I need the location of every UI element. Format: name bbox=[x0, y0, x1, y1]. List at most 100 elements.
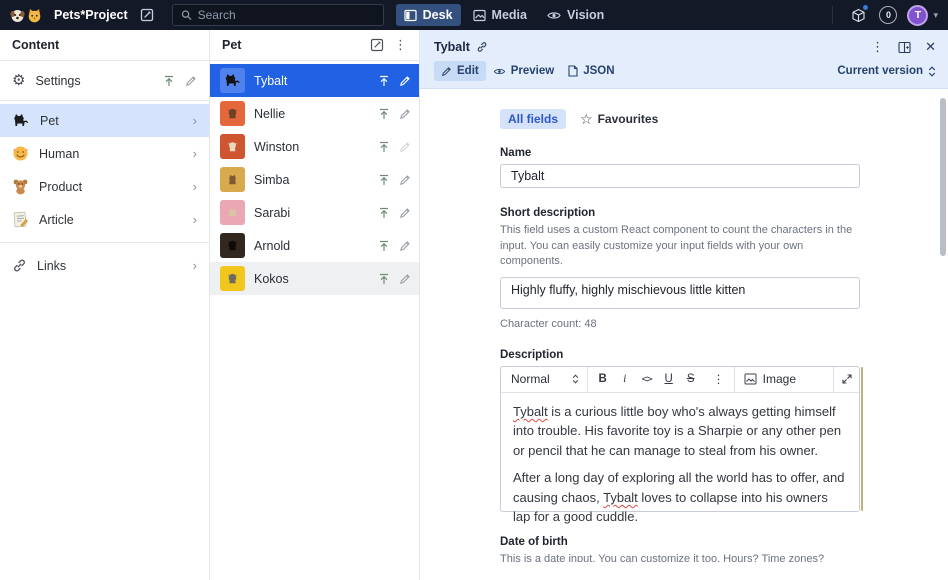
rte-toolbar: Normal B i <> U S ⋮ bbox=[501, 367, 859, 393]
pet-name: Arnold bbox=[254, 239, 369, 253]
pet-thumbnail bbox=[220, 167, 245, 192]
updates-package-icon[interactable] bbox=[847, 4, 869, 26]
expand-editor-icon[interactable] bbox=[833, 367, 859, 392]
pet-name: Kokos bbox=[254, 272, 369, 286]
edit-pencil-icon[interactable] bbox=[399, 75, 411, 87]
user-menu[interactable]: T ▾ bbox=[907, 4, 938, 26]
smiling-face-icon bbox=[12, 145, 29, 162]
sort-chevrons-icon bbox=[928, 66, 936, 77]
publish-icon[interactable] bbox=[378, 174, 390, 186]
sidebar-item-product[interactable]: Product › bbox=[0, 170, 209, 203]
document-menu-icon[interactable]: ⋮ bbox=[871, 39, 884, 55]
bold-button[interactable]: B bbox=[594, 370, 612, 388]
comments-count-badge[interactable]: 0 bbox=[877, 4, 899, 26]
field-short-description: Short description This field uses a cust… bbox=[500, 207, 860, 330]
code-button[interactable]: <> bbox=[638, 370, 656, 388]
chevron-right-icon: › bbox=[193, 146, 197, 161]
sort-chevrons-icon bbox=[572, 374, 579, 384]
pet-row-kokos[interactable]: Kokos bbox=[210, 262, 419, 295]
pet-name: Nellie bbox=[254, 107, 369, 121]
cat-emoji-icon bbox=[27, 8, 42, 23]
gear-icon: ⚙ bbox=[12, 73, 25, 88]
name-input[interactable] bbox=[500, 164, 860, 188]
tab-desk[interactable]: Desk bbox=[396, 4, 461, 26]
scrollbar-thumb[interactable] bbox=[940, 98, 946, 256]
divider bbox=[0, 242, 209, 243]
sidebar-item-links[interactable]: Links › bbox=[0, 249, 209, 282]
split-pane-icon[interactable] bbox=[898, 41, 911, 54]
strikethrough-button[interactable]: S bbox=[682, 370, 700, 388]
pet-row-tybalt[interactable]: Tybalt bbox=[210, 64, 419, 97]
edit-pencil-icon[interactable] bbox=[399, 108, 411, 120]
pet-row-nellie[interactable]: Nellie bbox=[210, 97, 419, 130]
link-icon[interactable] bbox=[476, 41, 488, 53]
overflow-menu-icon[interactable]: ⋮ bbox=[394, 37, 407, 53]
close-icon[interactable]: ✕ bbox=[925, 39, 936, 55]
publish-icon[interactable] bbox=[378, 75, 390, 87]
group-tab-favourites[interactable]: ☆ Favourites bbox=[580, 111, 658, 128]
edit-pencil-icon[interactable] bbox=[399, 141, 411, 153]
publish-icon[interactable] bbox=[378, 207, 390, 219]
version-select[interactable]: Current version bbox=[837, 65, 936, 77]
publish-icon[interactable] bbox=[378, 141, 390, 153]
pet-list-header: Pet ⋮ bbox=[210, 30, 419, 61]
pet-row-winston[interactable]: Winston bbox=[210, 130, 419, 163]
group-tab-all-fields[interactable]: All fields bbox=[500, 109, 566, 129]
app-root: Pets*Project Desk bbox=[0, 0, 948, 580]
teddy-bear-icon bbox=[12, 178, 29, 195]
pet-row-arnold[interactable]: Arnold bbox=[210, 229, 419, 262]
short-description-input[interactable]: Highly fluffy, highly mischievous little… bbox=[500, 277, 860, 309]
pet-thumbnail bbox=[220, 200, 245, 225]
project-title[interactable]: Pets*Project bbox=[54, 8, 128, 22]
tab-preview[interactable]: Preview bbox=[486, 61, 561, 81]
pet-row-sarabi[interactable]: Sarabi bbox=[210, 196, 419, 229]
pet-row-simba[interactable]: Simba bbox=[210, 163, 419, 196]
sidebar-item-pet[interactable]: Pet › bbox=[0, 104, 209, 137]
desk-icon bbox=[404, 9, 417, 22]
media-icon bbox=[473, 9, 486, 22]
tab-edit[interactable]: Edit bbox=[434, 61, 486, 81]
publish-icon[interactable] bbox=[378, 273, 390, 285]
document-header: Tybalt ⋮ ✕ bbox=[420, 30, 948, 89]
black-cat-icon bbox=[12, 113, 30, 129]
content-sidebar: Content ⚙ Settings bbox=[0, 30, 210, 580]
sidebar-item-label: Settings bbox=[35, 74, 80, 88]
underline-button[interactable]: U bbox=[660, 370, 678, 388]
style-select[interactable]: Normal bbox=[501, 367, 588, 392]
publish-icon[interactable] bbox=[378, 108, 390, 120]
tab-media[interactable]: Media bbox=[465, 4, 535, 26]
edit-pencil-icon[interactable] bbox=[399, 240, 411, 252]
insert-image-button[interactable]: Image bbox=[735, 367, 833, 392]
pet-thumbnail bbox=[220, 68, 245, 93]
publish-icon[interactable] bbox=[378, 240, 390, 252]
pet-name: Winston bbox=[254, 140, 369, 154]
topbar-divider bbox=[832, 6, 833, 24]
rich-text-content[interactable]: Tybalt is a curious little boy who's alw… bbox=[501, 393, 859, 511]
compose-icon[interactable] bbox=[136, 4, 158, 26]
search-box[interactable] bbox=[172, 4, 384, 26]
tab-json[interactable]: JSON bbox=[561, 61, 621, 81]
edit-pencil-icon[interactable] bbox=[185, 75, 197, 87]
vision-eye-icon bbox=[547, 9, 561, 22]
search-input[interactable] bbox=[198, 8, 375, 22]
toolbar-overflow-icon[interactable]: ⋮ bbox=[710, 370, 728, 388]
field-label: Date of birth bbox=[500, 536, 860, 548]
edit-pencil-icon[interactable] bbox=[399, 273, 411, 285]
publish-icon[interactable] bbox=[163, 75, 175, 87]
field-description: Description Normal B i <> bbox=[500, 349, 860, 512]
edit-pencil-icon[interactable] bbox=[399, 207, 411, 219]
edit-pencil-icon[interactable] bbox=[399, 174, 411, 186]
sidebar-item-human[interactable]: Human › bbox=[0, 137, 209, 170]
link-icon bbox=[12, 258, 27, 273]
create-new-icon[interactable] bbox=[370, 38, 384, 52]
tool-menu: Desk Media Vision bbox=[396, 4, 613, 26]
sidebar-item-settings[interactable]: ⚙ Settings bbox=[0, 64, 209, 97]
sidebar-item-label: Pet bbox=[40, 114, 59, 128]
change-indicator-bar[interactable] bbox=[861, 367, 864, 511]
divider bbox=[0, 100, 209, 101]
italic-button[interactable]: i bbox=[616, 370, 634, 388]
search-icon bbox=[181, 9, 192, 21]
pet-list-pane: Pet ⋮ Tybalt bbox=[210, 30, 420, 580]
tab-vision[interactable]: Vision bbox=[539, 4, 612, 26]
sidebar-item-article[interactable]: Article › bbox=[0, 203, 209, 236]
